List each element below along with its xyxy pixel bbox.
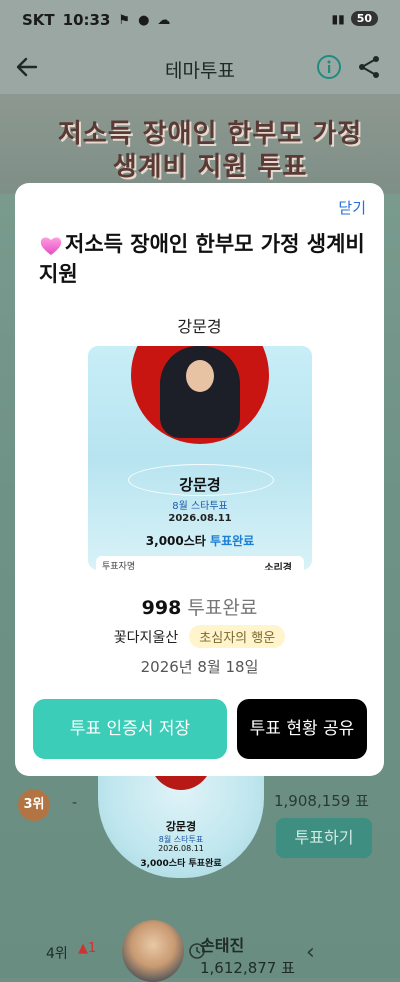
theme-banner: 저소득 장애인 한부모 가정 생계비 지원 투표 [36,118,384,184]
certificate-star-amount: 3,000스타 [145,534,206,548]
voter-nickname: 꽃다지울산 [113,630,179,646]
certificate-name: 강문경 [179,476,221,494]
banner-line-1: 저소득 장애인 한부모 가정 [57,119,363,149]
app-notification-icon: ● [138,12,150,28]
candidate-face [186,360,214,392]
signal-icon: ▮▮ [331,11,345,26]
rank-badge-3: 3위 [18,789,50,821]
cloud-icon: ☁ [157,12,171,28]
rank-label-4: 4위 [46,946,68,962]
clock: 10:33 [62,11,111,29]
avatar[interactable] [122,920,184,982]
share-icon[interactable] [356,54,382,80]
rank3-certificate-card[interactable]: 강문경 8월 스타투표 2026.08.11 3,000스타 투표완료 [98,768,264,878]
status-bar: SKT 10:33 ⚑ ● ☁ ▮▮ 50 [0,0,400,42]
rank-change-value: 1 [88,941,97,956]
candidate-name: 강문경 [177,317,222,336]
rank3-votes: 1,908,159 표 [274,792,369,810]
share-status-button[interactable]: 투표 현황 공유 [237,699,367,759]
status-left: SKT 10:33 ⚑ ● ☁ [22,11,170,29]
vote-certificate-dialog: 닫기 저소득 장애인 한부모 가정 생계비 지원 강문경 강문경 8월 스타투표… [15,183,384,776]
save-certificate-button[interactable]: 투표 인증서 저장 [33,699,227,759]
rank-change-4: ▲1 [78,941,96,956]
vote-button[interactable]: 투표하기 [276,818,372,858]
chevron-left-icon[interactable]: ‹ [306,940,315,965]
level-badge: 초심자의 행운 [189,625,286,648]
certificate-star-status: 투표완료 [210,534,255,548]
vote-date: 2026년 8월 18일 [140,658,259,676]
certificate-subtitle: 8월 스타투표 [172,501,228,512]
notification-icon: ⚑ [118,12,131,28]
card-star: 3,000스타 투표완료 [140,859,222,869]
vote-count-label: 투표완료 [187,597,258,619]
banner-line-2: 생계비 지원 투표 [112,152,308,182]
rank-up-icon: ▲ [78,941,88,956]
rank-change-3: - [72,795,78,811]
info-icon[interactable] [316,54,342,80]
vote-certificate-image: 강문경 8월 스타투표 2026.08.11 3,000스타 투표완료 투표자명… [88,346,312,570]
status-right: ▮▮ 50 [331,11,378,26]
battery-icon: 50 [350,11,378,26]
app-bar: 테마투표 [0,42,400,94]
certificate-date: 2026.08.11 [168,513,232,524]
certificate-voter-name: 소리경 [264,563,292,570]
dialog-title: 저소득 장애인 한부모 가정 생계비 지원 [39,232,365,286]
certificate-star-line: 3,000스타 투표완료 [88,532,312,549]
carrier: SKT [22,11,55,29]
certificate-voter-label: 투표자명 [102,562,136,570]
vote-count: 998 [141,597,182,619]
close-button[interactable]: 닫기 [338,197,366,218]
rank4-name: 손태진 [200,936,245,955]
card-date: 2026.08.11 [158,844,204,853]
rank4-votes: 1,612,877 표 [200,959,295,977]
voter-row: 꽃다지울산 초심자의 행운 [15,625,384,648]
card-name: 강문경 [165,820,197,833]
vote-count-line: 998 투표완료 [15,593,384,620]
